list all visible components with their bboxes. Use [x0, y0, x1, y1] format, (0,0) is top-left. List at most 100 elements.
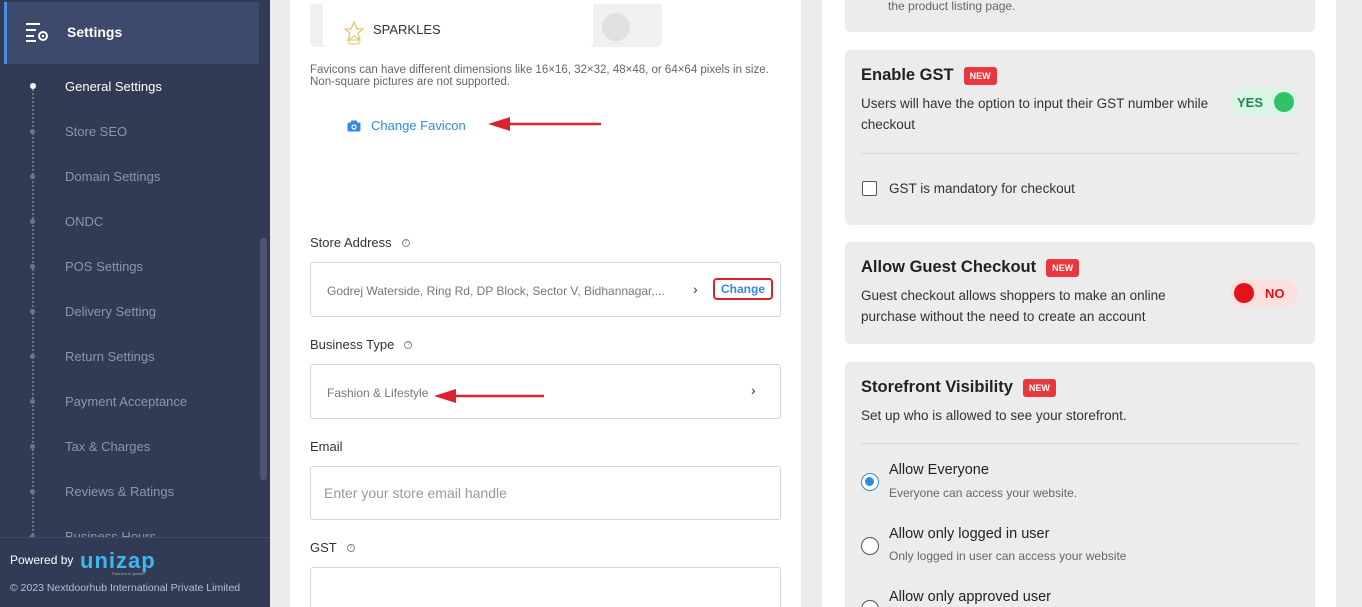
toggle-knob	[1274, 92, 1294, 112]
powered-by-text: Powered by	[10, 553, 74, 567]
change-favicon-button[interactable]: Change Favicon	[347, 118, 466, 133]
dot-icon	[30, 443, 35, 449]
dot-icon	[30, 308, 35, 314]
change-favicon-label: Change Favicon	[371, 118, 466, 133]
toggle-label: YES	[1237, 95, 1264, 110]
sidebar-item-ondc[interactable]: ONDC	[28, 211, 103, 231]
favicon-placeholder-circle	[602, 13, 630, 41]
sidebar-item-general-settings[interactable]: General Settings	[28, 76, 162, 96]
active-dot-icon	[30, 83, 36, 89]
sidebar-item-reviews-ratings[interactable]: Reviews & Ratings	[28, 481, 174, 501]
business-type-label: Business Type ?	[310, 337, 413, 352]
gst-mandatory-label: GST is mandatory for checkout	[889, 181, 1075, 196]
sidebar-item-label: Store SEO	[65, 123, 128, 139]
sidebar-item-label: Delivery Setting	[65, 303, 157, 319]
sidebar-item-label: Return Settings	[65, 348, 155, 364]
annotation-arrow-icon	[434, 389, 544, 403]
business-type-value: Fashion & Lifestyle	[327, 386, 429, 400]
sidebar-item-label: Tax & Charges	[65, 438, 151, 454]
sparkles-logo-icon	[343, 20, 365, 45]
sidebar-item-return-settings[interactable]: Return Settings	[28, 346, 155, 366]
toggle-label: NO	[1265, 286, 1285, 301]
unizap-tagline: Partners in growth	[112, 571, 145, 576]
favicon-preview-name: SPARKLES	[373, 22, 441, 37]
dot-icon	[30, 398, 35, 404]
sidebar-item-domain-settings[interactable]: Domain Settings	[28, 166, 160, 186]
favicon-preview: SPARKLES	[310, 4, 662, 47]
sidebar-footer: Powered by unizap Partners in growth © 2…	[0, 537, 270, 607]
sidebar-item-payment-acceptance[interactable]: Payment Acceptance	[28, 391, 187, 411]
dot-icon	[30, 218, 35, 224]
dot-icon	[30, 128, 35, 134]
storefront-visibility-title-text: Storefront Visibility	[861, 378, 1013, 396]
new-badge: NEW	[1022, 378, 1056, 397]
allow-everyone-title: Allow Everyone	[889, 462, 989, 478]
sidebar-item-tax-charges[interactable]: Tax & Charges	[28, 436, 150, 456]
enable-gst-title: Enable GST NEW	[861, 66, 997, 85]
enable-gst-title-text: Enable GST	[861, 66, 954, 84]
sidebar-header[interactable]: Settings	[4, 2, 259, 64]
divider	[861, 443, 1299, 444]
general-settings-panel: SPARKLES Favicons can have different dim…	[290, 0, 801, 607]
change-address-button[interactable]: Change	[713, 278, 773, 300]
favicon-note: Favicons can have different dimensions l…	[310, 64, 769, 88]
sidebar-item-label: Payment Acceptance	[65, 393, 188, 409]
sidebar-item-pos-settings[interactable]: POS Settings	[28, 256, 143, 276]
help-icon[interactable]: ?	[346, 543, 355, 552]
business-type-label-text: Business Type	[310, 337, 395, 352]
allow-everyone-radio[interactable]	[861, 473, 879, 491]
store-address-label: Store Address ?	[310, 235, 410, 250]
gst-input[interactable]	[310, 567, 781, 607]
sidebar-item-label: ONDC	[65, 213, 104, 229]
guest-checkout-title-text: Allow Guest Checkout	[861, 258, 1037, 276]
sidebar-item-delivery-setting[interactable]: Delivery Setting	[28, 301, 156, 321]
favicon-browser-tab: SPARKLES	[323, 4, 593, 47]
copyright-text: © 2023 Nextdoorhub International Private…	[10, 582, 241, 594]
gst-mandatory-checkbox[interactable]	[862, 181, 877, 196]
gst-label: GST ?	[310, 540, 355, 555]
storefront-visibility-card: Storefront Visibility NEW Set up who is …	[845, 362, 1315, 607]
help-icon[interactable]: ?	[404, 340, 413, 349]
help-icon[interactable]: ?	[401, 238, 410, 247]
guest-checkout-title: Allow Guest Checkout NEW	[861, 258, 1080, 277]
store-address-label-text: Store Address	[310, 235, 392, 250]
sidebar-title: Settings	[67, 24, 123, 40]
listing-note: the product listing page.	[888, 0, 1016, 13]
toggle-knob	[1234, 283, 1254, 303]
store-address-value: Godrej Waterside, Ring Rd, DP Block, Sec…	[327, 284, 665, 298]
sidebar-item-label: Domain Settings	[65, 168, 161, 184]
sidebar-item-label: General Settings	[65, 78, 162, 94]
enable-gst-toggle[interactable]: YES	[1230, 88, 1298, 116]
new-badge: NEW	[1046, 258, 1080, 277]
allow-everyone-subtitle: Everyone can access your website.	[889, 486, 1078, 500]
divider	[861, 153, 1299, 154]
guest-checkout-description: Guest checkout allows shoppers to make a…	[861, 288, 1166, 324]
approved-only-radio[interactable]	[861, 600, 879, 607]
email-label: Email	[310, 439, 343, 454]
annotation-arrow-icon	[488, 117, 601, 131]
dot-icon	[30, 263, 35, 269]
storefront-visibility-title: Storefront Visibility NEW	[861, 378, 1056, 397]
dot-icon	[30, 488, 35, 494]
dot-icon	[30, 353, 35, 359]
camera-icon	[347, 120, 361, 131]
chevron-right-icon: ›	[751, 382, 756, 398]
gst-label-text: GST	[310, 540, 337, 555]
listing-card: the product listing page.	[845, 0, 1315, 32]
store-address-field[interactable]: Godrej Waterside, Ring Rd, DP Block, Sec…	[310, 262, 781, 317]
logged-in-only-radio[interactable]	[861, 537, 879, 555]
email-input[interactable]	[310, 466, 781, 520]
guest-checkout-card: Allow Guest Checkout NEW Guest checkout …	[845, 242, 1315, 344]
enable-gst-card: Enable GST NEW Users will have the optio…	[845, 50, 1315, 225]
sidebar: Settings General Settings Store SEO Doma…	[0, 0, 270, 607]
sidebar-item-store-seo[interactable]: Store SEO	[28, 121, 127, 141]
guest-checkout-toggle[interactable]: NO	[1230, 279, 1298, 307]
enable-gst-description: Users will have the option to input thei…	[861, 96, 1209, 132]
storefront-visibility-description: Set up who is allowed to see your storef…	[861, 408, 1127, 423]
chevron-right-icon: ›	[693, 281, 698, 297]
dot-icon	[30, 173, 35, 179]
sidebar-scrollbar[interactable]	[260, 238, 267, 480]
new-badge: NEW	[963, 66, 997, 85]
approved-only-title: Allow only approved user	[889, 589, 1052, 605]
email-label-text: Email	[310, 439, 343, 454]
